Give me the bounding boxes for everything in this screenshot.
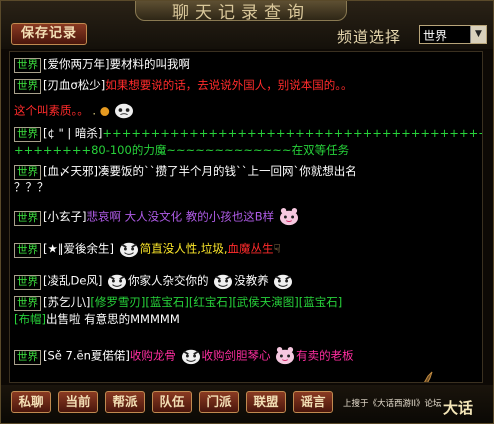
channel-tag: 世界 — [14, 58, 41, 73]
channel-tag: 世界 — [14, 127, 41, 142]
grinning-face-emoji-icon — [274, 274, 293, 290]
channel-tag: 世界 — [14, 274, 41, 290]
pink-bunny-emoji-icon — [276, 347, 295, 365]
channel-select[interactable]: 世界 ▼ — [419, 25, 487, 44]
message-text: 你家人杂交你的 — [128, 273, 209, 288]
grinning-face-emoji-icon — [181, 349, 200, 365]
channel-tag: 世界 — [14, 79, 41, 94]
item-link[interactable]: [武侯天演图] — [232, 295, 298, 309]
speaker-name[interactable]: [¢ " | 暗杀] — [43, 126, 102, 140]
item-link[interactable]: [蓝宝石] — [299, 295, 342, 309]
message-text: 出售啦 有意思的MMMMM — [45, 312, 180, 326]
chat-message-continuation: ？？？ — [14, 180, 49, 195]
item-link[interactable]: [修罗雪刃] — [90, 295, 145, 309]
crying-face-emoji-icon — [115, 103, 134, 119]
game-logo-text: 大话 — [443, 399, 474, 417]
channel-button-alliance[interactable]: 联盟 — [246, 391, 286, 413]
message-text: ？？？ — [14, 180, 49, 194]
speaker-name[interactable]: [爱你两万年] — [43, 57, 109, 71]
speaker-name[interactable]: [血〆天邪] — [43, 164, 98, 178]
channel-button-guild[interactable]: 帮派 — [105, 391, 145, 413]
chat-message: 世界 [凌乱De风] 你家人杂交你的 没教养 — [14, 272, 294, 290]
chat-message: 世界 [爱你两万年]要材料的叫我啊 — [14, 57, 190, 73]
item-link[interactable]: [红宝石] — [189, 295, 232, 309]
channel-button-sect[interactable]: 门派 — [199, 391, 239, 413]
chat-message: 世界 [Sě 7.ēn夏偌偌]收购龙骨 收购剑胆琴心 有卖的老板 — [14, 347, 354, 365]
item-link[interactable]: [布帽] — [14, 312, 46, 326]
chat-message: 世界 [★‖爱後余生] 简直没人性,垃圾,血魔丛生☟ — [14, 240, 281, 258]
speaker-name[interactable]: [刃血σ松少] — [43, 78, 105, 92]
message-text: 凑要饭的``攒了半个月的钱``上一回网`你就想出名 — [97, 164, 357, 178]
channel-tag: 世界 — [14, 296, 41, 311]
speaker-name[interactable]: [凌乱De风] — [43, 274, 102, 288]
chevron-down-icon[interactable]: ▼ — [470, 26, 486, 43]
chat-message: 世界 [血〆天邪]凑要饭的``攒了半个月的钱``上一回网`你就想出名 — [14, 164, 357, 180]
channel-button-private[interactable]: 私聊 — [11, 391, 51, 413]
dots-decoration: . — [92, 103, 97, 118]
item-link[interactable]: [蓝宝石] — [145, 295, 188, 309]
channel-button-team[interactable]: 队伍 — [152, 391, 192, 413]
spear-decoration-icon — [424, 371, 433, 382]
chat-message: 世界 [刃血σ松少]如果想要说的话，去说说外国人，别说本国的。。 — [14, 78, 353, 94]
grinning-face-emoji-icon — [108, 274, 127, 290]
chat-message-continuation: ++++++++80-100的力魔~~~~~~~~~~~~~在双等任务 — [14, 143, 349, 158]
message-text: 血魔丛生 — [227, 241, 274, 256]
chat-message: 世界 [¢ " | 暗杀]++++++++++++++++++++++++++++… — [14, 126, 482, 142]
speaker-name[interactable]: [苏乞儿\] — [43, 295, 90, 309]
grinning-face-emoji-icon — [214, 274, 233, 290]
chat-message: 世界 [苏乞儿\][修罗雪刃][蓝宝石][红宝石][武侯天演图][蓝宝石] — [14, 295, 342, 311]
title-plate: 聊天记录查询 — [135, 1, 347, 23]
forum-promo-text: 上搜于《大话西游II》论坛 — [343, 399, 442, 409]
channel-select-label: 频道选择 — [337, 28, 402, 46]
channel-button-bar: 私聊 当前 帮派 队伍 门派 联盟 谣言 系统 上搜于《大话西游II》论坛 大话 — [1, 385, 493, 423]
message-text: ++++++++80-100的力魔~~~~~~~~~~~~~在双等任务 — [14, 143, 350, 157]
speaker-name[interactable]: [Sě 7.ēn夏偌偌] — [43, 349, 130, 363]
message-text: 没教养 — [234, 273, 269, 288]
channel-selected-value: 世界 — [423, 29, 448, 43]
message-text: 如果想要说的话，去说说外国人，别说本国的。。 — [105, 78, 353, 92]
message-text: 简直没人性,垃圾, — [139, 241, 228, 256]
chat-message-continuation: 这个叫素质。。 . ● — [14, 102, 135, 120]
header-bar: 聊天记录查询 保存记录 频道选择 世界 ▼ — [1, 1, 493, 49]
save-record-button[interactable]: 保存记录 — [11, 23, 87, 45]
channel-button-rumor[interactable]: 谣言 — [293, 391, 333, 413]
channel-tag: 世界 — [14, 210, 41, 226]
chat-message: 世界 [小玄子]悲哀啊 大人没文化 教的小孩也这B样 — [14, 208, 300, 226]
message-text: 悲哀啊 大人没文化 教的小孩也这B样 — [86, 209, 275, 224]
pink-bunny-emoji-icon — [279, 208, 298, 226]
channel-button-current[interactable]: 当前 — [58, 391, 98, 413]
channel-tag: 世界 — [14, 242, 41, 258]
chat-history-window: 聊天记录查询 保存记录 频道选择 世界 ▼ 世界 [爱你两万年]要材料的叫我啊 世… — [0, 0, 494, 424]
thumbs-down-icon: ☟ — [273, 241, 281, 256]
speaker-name[interactable]: [小玄子] — [43, 210, 86, 224]
chat-message-continuation: [布帽]出售啦 有意思的MMMMM — [14, 312, 180, 327]
channel-tag: 世界 — [14, 349, 41, 365]
grinning-face-emoji-icon — [119, 242, 138, 258]
bomb-icon: ● — [99, 103, 110, 118]
message-text: 收购龙骨 — [129, 348, 176, 363]
speaker-name[interactable]: [★‖爱後余生] — [43, 242, 114, 256]
message-text: 有卖的老板 — [296, 348, 354, 363]
channel-tag: 世界 — [14, 165, 41, 180]
message-text: 收购剑胆琴心 — [201, 348, 271, 363]
message-text: 要材料的叫我啊 — [109, 57, 190, 71]
window-title: 聊天记录查询 — [172, 3, 310, 23]
message-text: ++++++++++++++++++++++++++++++++++++++++… — [102, 126, 482, 140]
message-text: 这个叫素质。。 — [14, 103, 89, 118]
chat-log[interactable]: 世界 [爱你两万年]要材料的叫我啊 世界 [刃血σ松少]如果想要说的话，去说说外国人… — [9, 51, 483, 383]
